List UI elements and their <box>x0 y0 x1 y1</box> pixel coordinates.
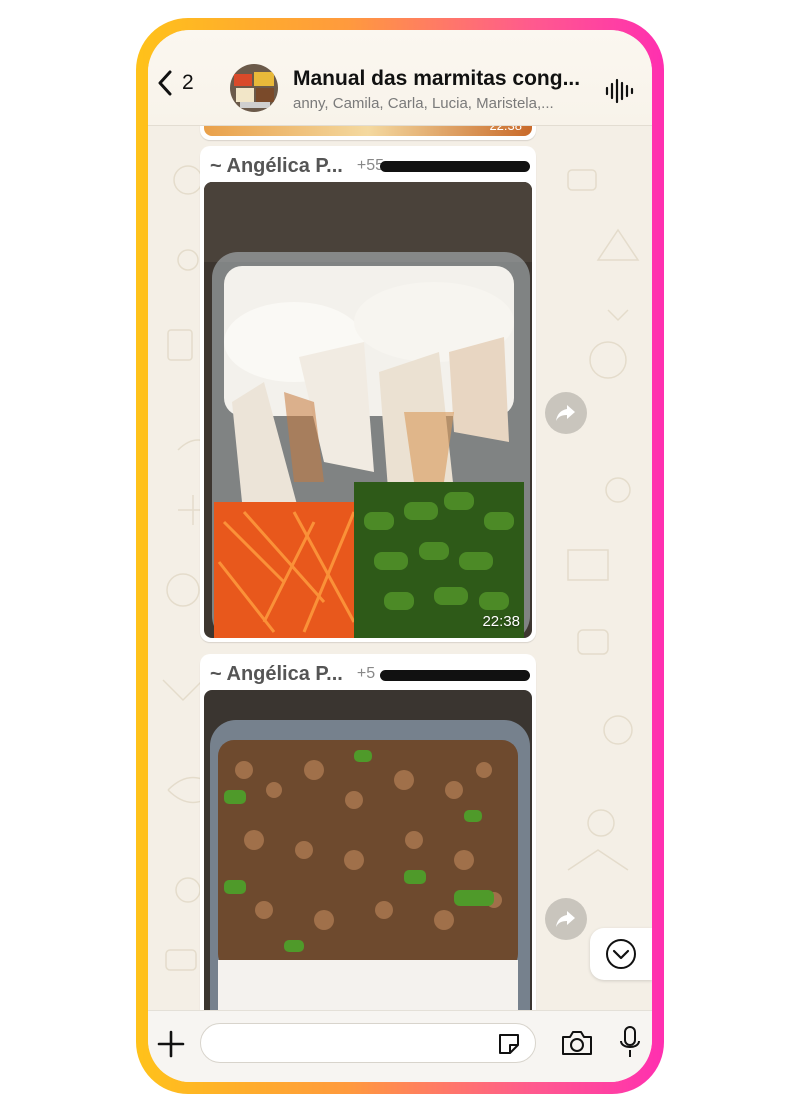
waveform-icon[interactable] <box>604 78 634 104</box>
chat-title: Manual das marmitas cong... <box>293 67 581 90</box>
chat-title-area[interactable]: Manual das marmitas cong... anny, Camila… <box>293 67 593 112</box>
plus-icon[interactable] <box>156 1029 186 1059</box>
chevron-down-icon <box>606 939 636 969</box>
forward-button[interactable] <box>545 898 587 940</box>
mic-icon[interactable] <box>618 1025 642 1059</box>
sender-name[interactable]: ~ Angélica P... <box>210 663 343 686</box>
camera-icon[interactable] <box>560 1029 594 1057</box>
phone-frame: 2 Manual das marmitas cong... anny, Cami… <box>136 18 664 1094</box>
message-input[interactable] <box>200 1023 536 1063</box>
back-button[interactable]: 2 <box>156 70 194 96</box>
forward-button[interactable] <box>545 392 587 434</box>
scroll-to-bottom-button[interactable] <box>590 928 652 980</box>
chevron-left-icon <box>158 70 172 96</box>
unread-count: 2 <box>182 71 194 94</box>
sticker-icon[interactable] <box>496 1031 522 1057</box>
chat-screen: 2 Manual das marmitas cong... anny, Cami… <box>148 30 652 1082</box>
forward-icon <box>556 405 575 421</box>
chat-members: anny, Camila, Carla, Lucia, Maristela,..… <box>293 95 554 112</box>
composer-bar <box>148 1010 652 1082</box>
sender-phone: +5 <box>356 665 376 682</box>
message-time: 22:38 <box>482 613 520 630</box>
redaction-bar <box>380 670 530 681</box>
sender-name[interactable]: ~ Angélica P... <box>210 155 343 178</box>
redaction-bar <box>380 161 530 172</box>
group-avatar[interactable] <box>230 64 278 112</box>
forward-icon <box>556 911 575 927</box>
chat-header: 2 Manual das marmitas cong... anny, Cami… <box>148 30 652 126</box>
meal-photo-chicken[interactable]: 22:38 <box>204 182 532 638</box>
message-bubble[interactable]: ~ Angélica P... +55 22:38 <box>200 146 536 642</box>
